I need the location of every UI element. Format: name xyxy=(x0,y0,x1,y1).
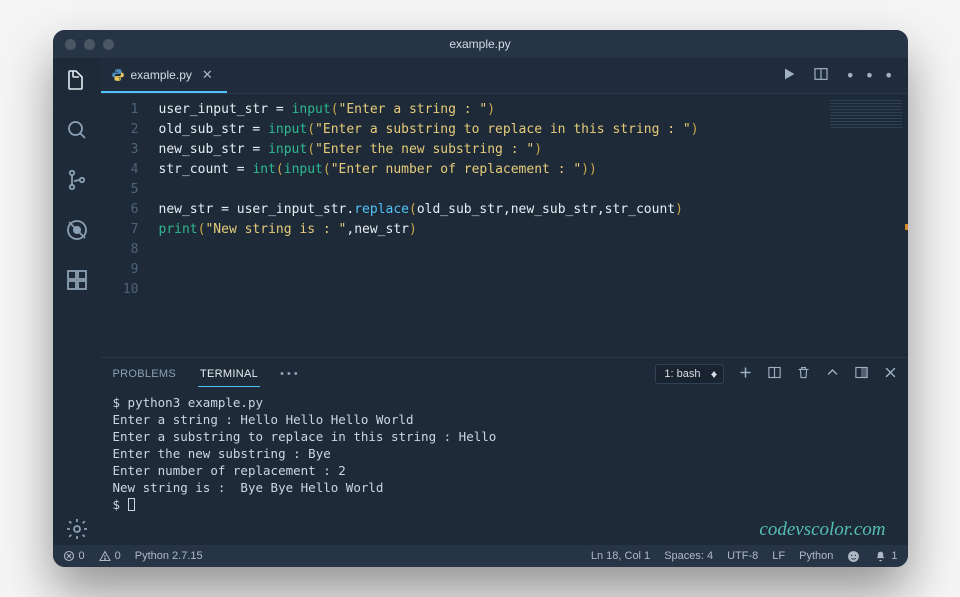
status-encoding[interactable]: UTF-8 xyxy=(727,550,758,562)
extensions-icon[interactable] xyxy=(65,268,89,296)
panel-more-icon[interactable]: • • • xyxy=(280,368,298,380)
search-icon[interactable] xyxy=(65,118,89,146)
close-dot-icon[interactable] xyxy=(65,39,76,50)
editor-main: example.py ✕ • • • 12345678910 user_inpu… xyxy=(101,58,908,545)
tab-label: example.py xyxy=(131,68,192,82)
status-interpreter[interactable]: Python 2.7.15 xyxy=(135,550,203,562)
run-icon[interactable] xyxy=(781,66,797,86)
source-control-icon[interactable] xyxy=(65,168,89,196)
debug-icon[interactable] xyxy=(65,218,89,246)
kill-terminal-icon[interactable] xyxy=(796,365,811,383)
titlebar: example.py xyxy=(53,30,908,58)
code-area[interactable]: user_input_str = input("Enter a string :… xyxy=(153,94,699,357)
settings-icon[interactable] xyxy=(65,517,89,545)
split-editor-icon[interactable] xyxy=(813,66,829,86)
tab-example-py[interactable]: example.py ✕ xyxy=(101,58,227,93)
panel-actions: 1: bash xyxy=(655,364,897,384)
more-actions-icon[interactable]: • • • xyxy=(845,66,893,86)
minimap[interactable] xyxy=(830,100,902,128)
close-panel-icon[interactable] xyxy=(883,365,898,383)
watermark: codevscolor.com xyxy=(759,519,885,541)
editor-title-actions: • • • xyxy=(781,66,907,86)
panel-tab-terminal[interactable]: TERMINAL xyxy=(198,362,260,387)
panel-tab-problems[interactable]: PROBLEMS xyxy=(111,362,179,386)
status-errors-count: 0 xyxy=(79,550,85,562)
line-gutter: 12345678910 xyxy=(101,94,153,357)
status-warnings[interactable]: 0 xyxy=(99,550,121,562)
activity-bar xyxy=(53,58,101,545)
split-terminal-icon[interactable] xyxy=(767,365,782,383)
status-bell-count: 1 xyxy=(891,550,897,562)
maximize-panel-icon[interactable] xyxy=(854,365,869,383)
status-notifications[interactable]: 1 xyxy=(874,550,897,563)
status-warnings-count: 0 xyxy=(115,550,121,562)
vscode-window: example.py xyxy=(53,30,908,567)
minimize-dot-icon[interactable] xyxy=(84,39,95,50)
traffic-lights[interactable] xyxy=(65,39,114,50)
status-language[interactable]: Python xyxy=(799,550,833,562)
bottom-panel: PROBLEMS TERMINAL • • • 1: bash xyxy=(101,357,908,545)
status-errors[interactable]: 0 xyxy=(63,550,85,562)
tab-bar: example.py ✕ • • • xyxy=(101,58,908,94)
explorer-icon[interactable] xyxy=(65,68,89,96)
panel-chevron-up-icon[interactable] xyxy=(825,365,840,383)
zoom-dot-icon[interactable] xyxy=(103,39,114,50)
status-bar: 0 0 Python 2.7.15 Ln 18, Col 1 Spaces: 4… xyxy=(53,545,908,567)
status-position[interactable]: Ln 18, Col 1 xyxy=(591,550,650,562)
window-title: example.py xyxy=(449,37,510,51)
python-file-icon xyxy=(111,68,125,82)
new-terminal-icon[interactable] xyxy=(738,365,753,383)
terminal-selector[interactable]: 1: bash xyxy=(655,364,723,384)
code-editor[interactable]: 12345678910 user_input_str = input("Ente… xyxy=(101,94,908,357)
close-tab-icon[interactable]: ✕ xyxy=(202,67,213,83)
status-indentation[interactable]: Spaces: 4 xyxy=(664,550,713,562)
status-feedback-icon[interactable] xyxy=(847,550,860,563)
panel-tabs: PROBLEMS TERMINAL • • • 1: bash xyxy=(101,358,908,390)
overview-ruler-marker xyxy=(905,224,908,230)
status-eol[interactable]: LF xyxy=(772,550,785,562)
